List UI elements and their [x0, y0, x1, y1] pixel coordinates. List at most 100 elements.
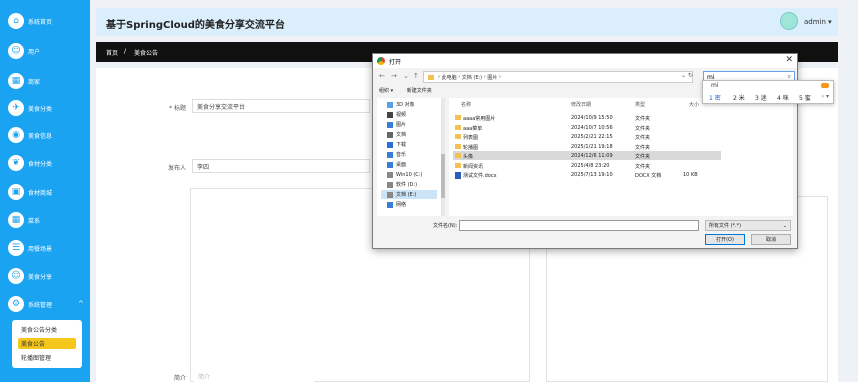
file-row[interactable]: aaa菜单 2024/10/7 10:56 文件夹 — [453, 123, 721, 132]
ime-candidate[interactable]: 4 咪 — [777, 93, 789, 102]
file-type: 文件夹 — [635, 144, 651, 151]
submenu-item-carousel[interactable]: 轮播图管理 — [18, 352, 76, 363]
up-icon[interactable]: ↑ — [413, 72, 419, 80]
word-document-icon — [455, 172, 461, 179]
drive-icon — [387, 201, 393, 208]
ime-logo-icon — [821, 83, 829, 88]
user-menu[interactable]: admin ▾ — [804, 18, 832, 26]
nav-item-9[interactable]: 文档 (E:) — [381, 190, 437, 199]
ime-more-icon[interactable]: › ▾ — [822, 93, 829, 100]
chevron-down-icon: ▾ — [828, 18, 832, 26]
refresh-icon[interactable]: ⌄ ↻ — [681, 72, 693, 79]
filetype-select[interactable]: 所有文件 (*.*) ⌄ — [705, 220, 791, 231]
user-icon: ☺ — [8, 43, 24, 59]
sidebar-item-10[interactable]: ⚙ 系统管理 — [8, 295, 52, 313]
close-icon[interactable]: ✕ — [785, 55, 793, 65]
nav-item-8[interactable]: 软件 (D:) — [387, 180, 417, 189]
drive-icon — [387, 181, 393, 188]
back-icon[interactable]: ← — [379, 72, 385, 80]
file-row[interactable]: 新闻资讯 2025/4/8 23:20 文件夹 — [453, 161, 721, 170]
nav-item-label: 3D 对象 — [396, 102, 415, 108]
sidebar-item-5[interactable]: ❦ 食材分类 — [8, 154, 52, 172]
nav-item-5[interactable]: 音乐 — [387, 150, 406, 159]
file-type: 文件夹 — [635, 135, 651, 141]
nav-scrollbar-thumb[interactable] — [441, 154, 445, 198]
cancel-button[interactable]: 取消 — [751, 234, 791, 245]
folder-icon — [455, 162, 461, 168]
nav-item-label: 桌面 — [396, 162, 407, 168]
new-folder-button[interactable]: 新建文件夹 — [407, 88, 432, 94]
column-name[interactable]: 名称 — [461, 101, 471, 108]
file-name: 轮播图 — [463, 144, 479, 151]
sidebar-item-6[interactable]: ▣ 食材商城 — [8, 183, 52, 201]
publisher-label: 发布人 — [167, 165, 186, 172]
nav-item-4[interactable]: 下载 — [387, 140, 406, 149]
ime-candidate[interactable]: 5 蜜 — [799, 93, 811, 102]
open-button[interactable]: 打开(O) — [705, 234, 745, 245]
filename-input[interactable] — [459, 220, 699, 231]
publisher-input[interactable]: 李四 — [192, 159, 370, 173]
file-row[interactable]: aaaa常用图片 2024/10/9 15:50 文件夹 — [453, 113, 721, 122]
drive-icon — [387, 161, 393, 168]
nav-item-label: 网络 — [396, 202, 407, 208]
title-input[interactable]: 美食分享交流平台 — [192, 99, 370, 113]
file-name: 测试文件.docx — [463, 173, 497, 179]
submenu-item-announcement-category[interactable]: 美食公告分类 — [18, 324, 76, 335]
avatar[interactable] — [780, 12, 798, 30]
file-row[interactable]: 轮播图 2025/1/21 19:18 文件夹 — [453, 142, 721, 151]
path-pictures[interactable]: 图片 — [487, 74, 497, 81]
nav-item-2[interactable]: 图片 — [387, 120, 406, 129]
path-drive-e[interactable]: 文档 (E:) — [462, 74, 482, 81]
file-type: DOCX 文档 — [635, 173, 662, 179]
recent-dropdown-icon[interactable]: ⌄ — [403, 72, 409, 80]
sidebar: ⌂ 系统首页 ☺ 用户 ▦ 商家 ✈ 美食分类 ◉ 美食信息 ❦ 食材分类 ▣ 食材商城 ▦ 菜系 ☰ 用餐场景 ☺… — [0, 0, 90, 382]
sidebar-item-2[interactable]: ▦ 商家 — [8, 72, 40, 90]
ime-candidate[interactable]: 3 迷 — [755, 93, 767, 102]
file-row[interactable]: 列表图 2025/2/21 22:15 文件夹 — [453, 132, 721, 141]
column-date[interactable]: 修改日期 — [571, 101, 591, 108]
ingredient-category-icon: ❦ — [8, 155, 24, 171]
organize-button[interactable]: 组织 ▾ — [379, 88, 393, 94]
sidebar-item-8[interactable]: ☰ 用餐场景 — [8, 239, 52, 257]
dialog-titlebar[interactable]: 打开 ✕ — [373, 54, 797, 68]
column-type[interactable]: 类型 — [635, 101, 645, 108]
file-date: 2024/10/9 15:50 — [571, 115, 613, 121]
path-this-pc[interactable]: 此电脑 — [442, 74, 457, 81]
sidebar-item-9[interactable]: ☺ 美食分享 — [8, 267, 52, 285]
address-bar[interactable]: › 此电脑 › 文档 (E:) › 图片 › — [423, 71, 693, 83]
sidebar-item-3[interactable]: ✈ 美食分类 — [8, 99, 52, 117]
folder-icon — [455, 134, 461, 139]
breadcrumb-home[interactable]: 首页 — [106, 48, 118, 57]
breadcrumb-current: 美食公告 — [134, 50, 159, 57]
nav-item-3[interactable]: 文档 — [387, 130, 406, 139]
sidebar-item-1[interactable]: ☺ 用户 — [8, 42, 40, 60]
nav-item-1[interactable]: 视频 — [387, 110, 406, 119]
scene-icon: ☰ — [8, 240, 24, 256]
ime-candidate[interactable]: 1 密 — [709, 93, 721, 102]
nav-item-10[interactable]: 网络 — [387, 200, 406, 209]
column-size[interactable]: 大小 — [689, 101, 699, 108]
sidebar-item-7[interactable]: ▦ 菜系 — [8, 211, 40, 229]
file-row[interactable]: 头像 2024/12/6 11:09 文件夹 — [453, 151, 721, 160]
drive-icon — [387, 141, 393, 148]
forward-icon[interactable]: → — [391, 72, 397, 80]
breadcrumb-separator: / — [124, 48, 127, 55]
chevron-up-icon[interactable]: ^ — [78, 300, 84, 308]
sidebar-item-label: 食材商城 — [28, 189, 53, 197]
submenu-item-announcement[interactable]: 美食公告 — [18, 338, 76, 349]
sidebar-item-4[interactable]: ◉ 美食信息 — [8, 126, 52, 144]
file-row[interactable]: 测试文件.docx 2025/7/13 19:10 DOCX 文档 10 KB — [453, 170, 721, 179]
sidebar-item-0[interactable]: ⌂ 系统首页 — [8, 12, 52, 30]
file-list: 名称 修改日期 类型 大小 aaaa常用图片 2024/10/9 15:50 文件夹… — [449, 98, 793, 216]
sidebar-item-label: 系统管理 — [28, 301, 53, 309]
path-sep-1: › — [458, 74, 461, 80]
ime-candidate[interactable]: 2 米 — [733, 93, 745, 102]
sidebar-item-label: 用餐场景 — [28, 245, 53, 253]
nav-item-0[interactable]: 3D 对象 — [387, 100, 415, 109]
nav-item-6[interactable]: 桌面 — [387, 160, 406, 169]
intro-input[interactable]: 简介 — [194, 369, 314, 382]
path-sep-2: › — [483, 74, 486, 80]
file-date: 2025/2/21 22:15 — [571, 134, 613, 140]
nav-item-7[interactable]: Win10 (C:) — [387, 170, 422, 179]
file-type: 文件夹 — [635, 116, 651, 122]
